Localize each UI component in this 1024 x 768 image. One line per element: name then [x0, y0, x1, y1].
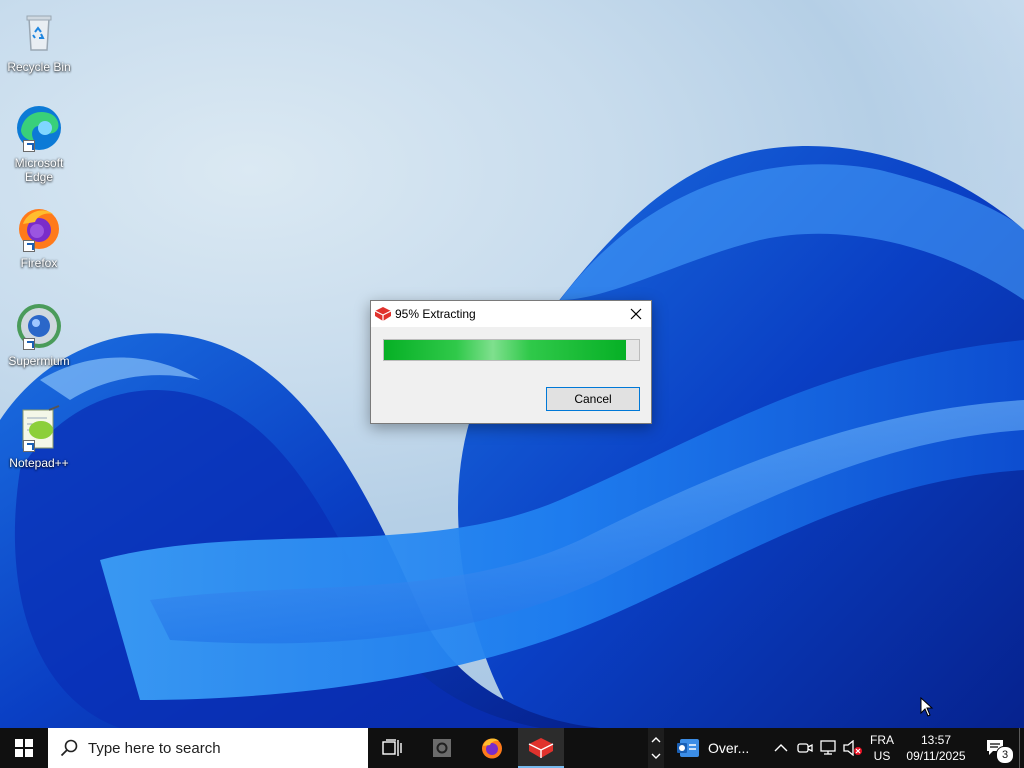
desktop-icon-recycle-bin[interactable]: Recycle Bin — [4, 8, 74, 74]
desktop-icon-supermium[interactable]: Supermium — [4, 302, 74, 368]
clock[interactable]: 13:57 09/11/2025 — [900, 728, 972, 768]
desktop-icon-notepadpp[interactable]: Notepad++ — [4, 404, 74, 470]
camera-icon — [797, 743, 813, 753]
notification-count-badge: 3 — [996, 746, 1014, 764]
task-view-icon — [382, 739, 402, 756]
search-placeholder: Type here to search — [88, 739, 221, 757]
desktop-icon-edge[interactable]: Microsoft Edge — [4, 104, 74, 184]
firefox-icon — [482, 738, 502, 759]
clock-time: 13:57 — [920, 733, 952, 747]
clock-date: 09/11/2025 — [906, 749, 966, 763]
desktop-icon-label: Firefox — [20, 256, 58, 270]
show-hidden-icons-button[interactable] — [770, 728, 792, 768]
taskbar-app-generic[interactable] — [418, 728, 466, 768]
taskbar-app-firefox[interactable] — [468, 728, 516, 768]
language-code: FRA — [870, 733, 894, 747]
widget-label: Over... — [708, 740, 750, 756]
network-icon — [820, 740, 836, 755]
dialog-title: 95% Extracting — [395, 307, 476, 321]
recycle-bin-icon — [15, 8, 63, 56]
dialog-titlebar[interactable]: 95% Extracting — [371, 301, 651, 327]
desktop-icon-label: Notepad++ — [9, 456, 69, 470]
taskbar-search-box[interactable]: Type here to search — [48, 728, 368, 768]
news-widget-icon — [677, 739, 699, 757]
volume-muted-icon — [843, 740, 862, 756]
close-icon — [630, 308, 642, 320]
volume-tray[interactable] — [842, 728, 864, 768]
shortcut-arrow-icon — [23, 140, 35, 152]
taskbar-scroll-arrows[interactable] — [648, 728, 664, 768]
network-tray[interactable] — [818, 728, 840, 768]
chevron-up-icon — [774, 744, 788, 752]
extract-progress-dialog: 95% Extracting Cancel — [370, 300, 652, 424]
desktop-icon-label: Microsoft Edge — [14, 156, 64, 184]
news-widget[interactable]: Over... — [676, 728, 768, 768]
supermium-icon — [15, 302, 63, 350]
windows-start-icon — [15, 739, 33, 757]
edge-icon — [15, 104, 63, 152]
shortcut-arrow-icon — [23, 338, 35, 350]
shortcut-arrow-icon — [23, 440, 35, 452]
desktop: Recycle Bin Microsoft Edge Firefox Super… — [0, 0, 1024, 728]
task-view-button[interactable] — [368, 728, 416, 768]
mouse-cursor-icon — [920, 697, 934, 717]
close-button[interactable] — [621, 301, 651, 327]
desktop-icon-label: Supermium — [8, 354, 70, 368]
region-code: US — [873, 749, 891, 763]
taskbar: Type here to search Over... FRA US 13:57… — [0, 728, 1024, 768]
meet-now-tray[interactable] — [795, 728, 815, 768]
action-center-button[interactable]: 3 — [976, 728, 1016, 768]
chevron-up-icon — [651, 737, 661, 743]
search-icon — [60, 739, 78, 757]
app-circle-icon — [433, 739, 451, 757]
show-desktop-button[interactable] — [1019, 728, 1024, 768]
firefox-icon — [15, 204, 63, 252]
chevron-down-icon — [651, 753, 661, 759]
start-button[interactable] — [0, 728, 48, 768]
archive-app-icon — [528, 738, 554, 758]
taskbar-app-archiver[interactable] — [518, 728, 564, 768]
extraction-progress-bar — [383, 339, 640, 361]
desktop-icon-firefox[interactable]: Firefox — [4, 204, 74, 270]
notepadpp-icon — [15, 404, 63, 452]
archive-app-icon — [374, 306, 392, 325]
shortcut-arrow-icon — [23, 240, 35, 252]
input-language-indicator[interactable]: FRA US — [866, 728, 898, 768]
desktop-icon-label: Recycle Bin — [7, 60, 71, 74]
progress-fill — [384, 340, 627, 360]
cancel-button[interactable]: Cancel — [546, 387, 640, 411]
